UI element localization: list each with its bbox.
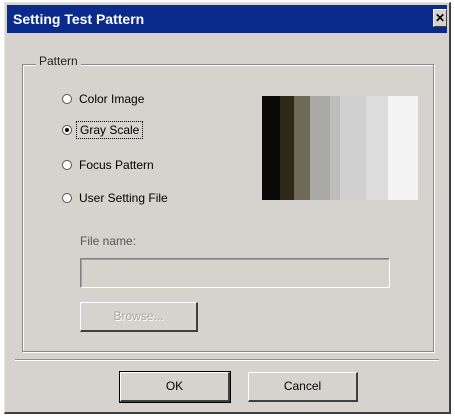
radio-button[interactable] xyxy=(62,193,72,203)
preview-band xyxy=(366,96,388,200)
radio-button[interactable] xyxy=(62,94,72,104)
radio-color-image[interactable]: Color Image xyxy=(62,90,147,108)
separator xyxy=(15,359,439,361)
preview-band xyxy=(340,96,366,200)
preview-band xyxy=(280,96,294,200)
radio-user-setting-file[interactable]: User Setting File xyxy=(62,189,171,207)
radio-focus-pattern[interactable]: Focus Pattern xyxy=(62,156,157,174)
radio-label: Gray Scale xyxy=(76,121,144,139)
close-icon: ✕ xyxy=(434,11,446,25)
radio-gray-scale[interactable]: Gray Scale xyxy=(62,121,144,139)
radio-label: Focus Pattern xyxy=(79,158,154,172)
file-name-input[interactable] xyxy=(80,258,390,288)
ok-button[interactable]: OK xyxy=(119,371,231,403)
preview-band xyxy=(262,96,280,200)
file-name-label: File name: xyxy=(80,234,137,248)
preview-band xyxy=(330,96,340,200)
radio-button[interactable] xyxy=(62,125,72,135)
radio-label: Color Image xyxy=(79,92,145,106)
preview-band xyxy=(294,96,310,200)
preview-band xyxy=(310,96,330,200)
radio-label: User Setting File xyxy=(79,191,168,205)
browse-button[interactable]: Browse... xyxy=(80,302,198,332)
window-title: Setting Test Pattern xyxy=(13,11,145,27)
cancel-button[interactable]: Cancel xyxy=(248,372,358,402)
close-button[interactable]: ✕ xyxy=(433,9,447,27)
radio-button[interactable] xyxy=(62,160,72,170)
preview-band xyxy=(388,96,418,200)
pattern-group-label: Pattern xyxy=(36,54,81,68)
title-bar[interactable]: Setting Test Pattern ✕ xyxy=(7,5,447,33)
gray-scale-preview xyxy=(262,96,418,200)
